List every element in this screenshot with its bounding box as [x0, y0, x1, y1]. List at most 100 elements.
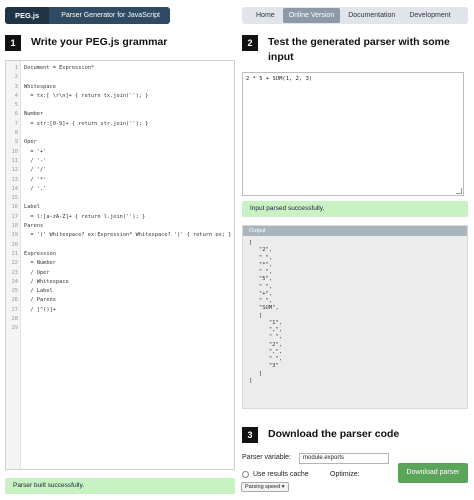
- code-line: 27 / [^()]+: [6, 306, 231, 315]
- code-line: 15: [6, 194, 231, 203]
- build-status: Parser built successfully.: [5, 478, 235, 494]
- line-code: / '*': [24, 176, 47, 183]
- line-number: 16: [11, 204, 18, 211]
- top-nav: Home Online Version Documentation Develo…: [242, 7, 468, 24]
- line-number: 18: [11, 223, 18, 230]
- download-parser-button[interactable]: Download parser: [398, 463, 468, 483]
- line-number: 29: [11, 325, 18, 332]
- step-title: Test the generated parser with some inpu…: [268, 36, 450, 63]
- line-code: = '(' Whitespace? ex:Expression* Whitesp…: [24, 232, 232, 239]
- line-number: 28: [11, 316, 18, 323]
- code-line: 23 / Oper: [6, 269, 231, 278]
- line-number: 19: [11, 232, 18, 239]
- line-code: = l:[a-zA-Z]+ { return l.join(''); }: [24, 213, 146, 220]
- step-number: 3: [242, 427, 258, 443]
- cache-label: Use results cache: [253, 471, 309, 478]
- line-number: 7: [14, 120, 18, 127]
- code-line: 12 / '/': [6, 166, 231, 175]
- line-number: 13: [11, 176, 18, 183]
- step-2-heading: 2 Test the generated parser with some in…: [242, 35, 470, 65]
- code-line: 5: [6, 101, 231, 110]
- code-line: 21 Expression: [6, 250, 231, 259]
- code-line: 10 = '+': [6, 148, 231, 157]
- code-line: 6 Number: [6, 110, 231, 119]
- results-cache-option[interactable]: Use results cache: [242, 471, 309, 478]
- brand-bar: PEG.js Parser Generator for JavaScript: [5, 7, 171, 24]
- line-number: 8: [14, 130, 18, 137]
- line-code: / ',': [24, 185, 47, 192]
- step-title: Download the parser code: [268, 428, 400, 440]
- nav-development[interactable]: Development: [403, 8, 456, 23]
- resize-handle[interactable]: [456, 188, 462, 194]
- line-code: / Whitespace: [24, 278, 69, 285]
- nav-home[interactable]: Home: [250, 8, 281, 23]
- step-1-heading: 1 Write your PEG.js grammar: [5, 35, 167, 51]
- line-code: Whitespace: [24, 83, 56, 90]
- tagline: Parser Generator for JavaScript: [61, 12, 161, 19]
- line-code: Document = Expression*: [24, 65, 95, 71]
- line-code: / Oper: [24, 269, 50, 276]
- output-header: Output: [243, 226, 467, 236]
- line-number: 12: [11, 167, 18, 174]
- line-number: 10: [11, 148, 18, 155]
- line-number: 21: [11, 250, 18, 257]
- code-line: 7 = str:[0-9]+ { return str.join(''); }: [6, 120, 231, 129]
- code-line: 2: [6, 73, 231, 82]
- line-code: / '/': [24, 167, 47, 174]
- code-line: 17 = l:[a-zA-Z]+ { return l.join(''); }: [6, 213, 231, 222]
- test-input-text: 2 * 5 + SUM(1, 2, 3): [246, 76, 313, 82]
- line-number: 26: [11, 297, 18, 304]
- parse-status: Input parsed successfully.: [242, 201, 468, 217]
- step-3-heading: 3 Download the parser code: [242, 427, 399, 443]
- code-line: 1 Document = Expression*: [6, 64, 231, 73]
- nav-documentation[interactable]: Documentation: [342, 8, 401, 23]
- line-code: Number: [24, 111, 44, 118]
- code-line: 29: [6, 324, 231, 333]
- optimize-select[interactable]: Parsing speed ▾: [241, 482, 289, 492]
- line-number: 23: [11, 269, 18, 276]
- line-code: Oper: [24, 139, 37, 146]
- line-code: = Number: [24, 260, 56, 267]
- line-number: 4: [14, 92, 18, 99]
- line-number: 17: [11, 213, 18, 220]
- parser-variable-input[interactable]: module.exports: [299, 453, 389, 464]
- grammar-code: 1 Document = Expression* 2 3 Whitespace 4 = t…: [6, 64, 232, 334]
- code-line: 24 / Whitespace: [6, 278, 231, 287]
- code-line: 28: [6, 315, 231, 324]
- line-code: / Label: [24, 288, 53, 295]
- line-number: 27: [11, 306, 18, 313]
- code-line: 25 / Label: [6, 287, 231, 296]
- line-code: Label: [24, 204, 40, 211]
- code-line: 14 / ',': [6, 185, 231, 194]
- line-number: 6: [14, 111, 18, 118]
- cache-checkbox[interactable]: [242, 471, 249, 478]
- line-code: / '-': [24, 157, 47, 164]
- code-line: 11 / '-': [6, 157, 231, 166]
- line-number: 5: [14, 102, 18, 109]
- line-number: 3: [14, 83, 18, 90]
- line-number: 11: [11, 157, 18, 164]
- test-input-textarea[interactable]: 2 * 5 + SUM(1, 2, 3): [242, 72, 464, 196]
- code-line: 9 Oper: [6, 138, 231, 147]
- code-line: 3 Whitespace: [6, 83, 231, 92]
- line-code: / [^()]+: [24, 306, 56, 313]
- output-text: [ "2", " ", "*", " ", "5", " ", "+", " "…: [249, 240, 283, 384]
- grammar-editor[interactable]: 1 Document = Expression* 2 3 Whitespace 4 = t…: [5, 60, 235, 470]
- nav-online-version[interactable]: Online Version: [282, 8, 341, 23]
- code-line: 19 = '(' Whitespace? ex:Expression* Whit…: [6, 231, 232, 240]
- logo[interactable]: PEG.js: [5, 7, 50, 24]
- line-number: 15: [11, 195, 18, 202]
- line-code: Parens: [24, 223, 44, 230]
- code-line: 13 / '*': [6, 176, 231, 185]
- line-number: 22: [11, 260, 18, 267]
- code-line: 26 / Parens: [6, 296, 231, 305]
- line-number: 14: [11, 185, 18, 192]
- line-number: 20: [11, 241, 18, 248]
- step-title: Write your PEG.js grammar: [31, 36, 168, 48]
